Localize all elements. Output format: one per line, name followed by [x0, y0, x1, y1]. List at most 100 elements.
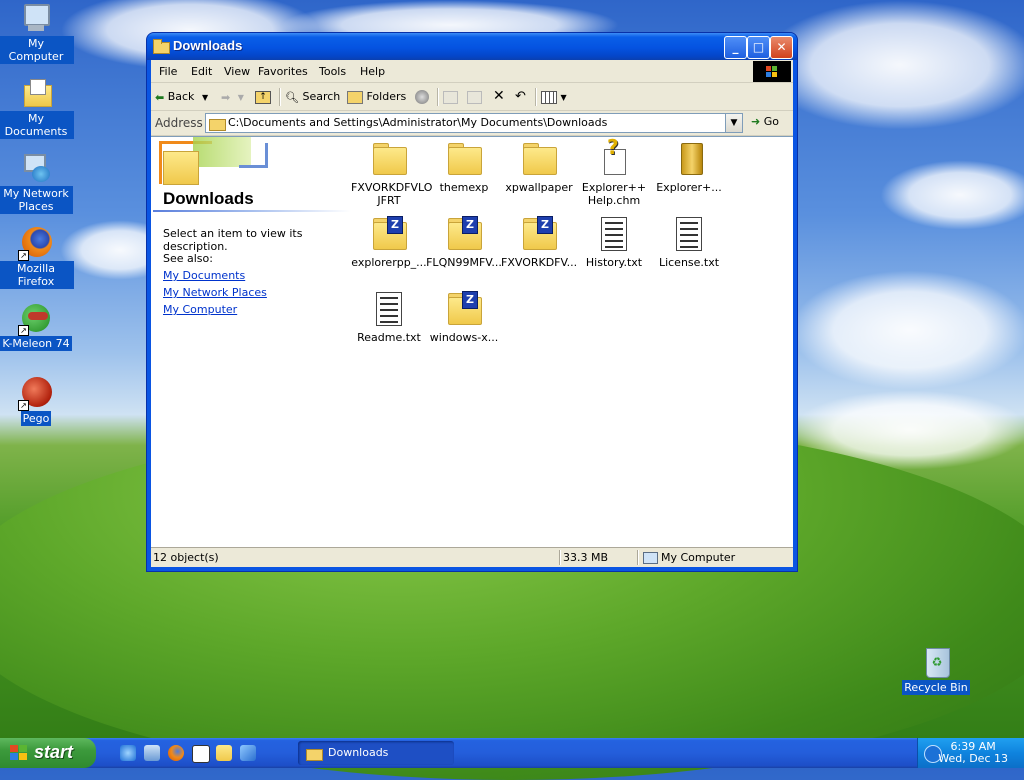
desktop-icon-pego[interactable]: ↗ Pego — [0, 377, 74, 426]
folder-icon — [521, 141, 557, 177]
file-item-folder[interactable]: themexp — [426, 141, 502, 194]
show-desktop-icon[interactable] — [144, 745, 160, 761]
up-folder-button[interactable]: ↑ — [255, 87, 271, 106]
copy-to-button[interactable] — [467, 87, 482, 106]
dropdown-arrow-icon: ▼ — [560, 92, 567, 102]
go-button[interactable]: ➜ Go — [751, 115, 779, 128]
move-to-button[interactable] — [443, 87, 458, 106]
sync-button[interactable] — [415, 87, 429, 106]
taskbar: start Downloads 6:39 AM Wed, Dec 13 — [0, 738, 1024, 768]
messenger-quicklaunch-icon[interactable] — [240, 745, 256, 761]
desktop-icon-mozilla-firefox[interactable]: ↗ Mozilla Firefox — [0, 227, 74, 289]
delete-button[interactable]: ✕ — [493, 87, 505, 106]
views-button[interactable]: ▼ — [541, 87, 567, 106]
explorer-window: Downloads _ □ ✕ File Edit View Favorites… — [147, 33, 797, 571]
zip-folder-icon: Z — [446, 216, 482, 252]
close-button[interactable]: ✕ — [770, 36, 793, 59]
menu-view[interactable]: View — [224, 65, 250, 78]
file-name: themexp — [439, 181, 489, 194]
forward-button[interactable]: ➡ ▼ — [221, 87, 244, 106]
standard-toolbar: ⬅ Back ▼ ➡ ▼ ↑ 🔍︎ Search Folders ✕ ↶ ▼ — [151, 83, 793, 111]
internet-explorer-icon[interactable] — [120, 745, 136, 761]
start-button[interactable]: start — [0, 738, 96, 768]
clock[interactable]: 6:39 AM Wed, Dec 13 — [938, 741, 1008, 765]
status-divider — [559, 550, 561, 565]
menu-help[interactable]: Help — [360, 65, 385, 78]
zip-folder-icon: Z — [371, 216, 407, 252]
zip-folder-icon: Z — [521, 216, 557, 252]
search-button[interactable]: 🔍︎ Search — [285, 87, 340, 106]
recycle-bin-icon: ♻ — [920, 646, 952, 678]
desktop-icon-label: Pego — [20, 411, 52, 426]
network-places-icon — [20, 152, 52, 184]
file-item-help[interactable]: ? Explorer++ Help.chm — [576, 137, 652, 207]
file-item-folder[interactable]: FXVORKDFVLO JFRT — [351, 141, 432, 207]
file-name: FLQN99MFV... — [426, 256, 502, 269]
zip-folder-icon: Z — [446, 291, 482, 327]
move-to-icon — [443, 90, 458, 104]
file-name: FXVORKDFVLO JFRT — [351, 181, 433, 207]
file-item-folder[interactable]: xpwallpaper — [501, 141, 577, 194]
back-label: Back — [167, 90, 195, 103]
computer-icon — [20, 2, 52, 34]
firefox-quicklaunch-icon[interactable] — [168, 745, 184, 761]
file-name: FXVORKDFV... — [501, 256, 578, 269]
folder-icon — [163, 151, 199, 185]
link-my-network-places[interactable]: My Network Places — [163, 286, 267, 299]
status-object-count: 12 object(s) — [153, 551, 219, 564]
menu-bar: File Edit View Favorites Tools Help — [151, 60, 793, 83]
webview-pane: Downloads Select an item to view its des… — [151, 137, 351, 547]
menu-favorites[interactable]: Favorites — [258, 65, 308, 78]
file-item-zip[interactable]: Z FXVORKDFV... — [501, 216, 577, 269]
taskbar-item-downloads[interactable]: Downloads — [298, 741, 454, 765]
desktop-icon-recycle-bin[interactable]: ♻ Recycle Bin — [898, 646, 974, 695]
file-item-text[interactable]: History.txt — [576, 216, 652, 269]
back-button[interactable]: ⬅ Back ▼ — [155, 87, 208, 106]
folder-icon — [371, 141, 407, 177]
file-item-text[interactable]: Readme.txt — [351, 291, 427, 344]
file-name: explorerpp_... — [351, 256, 427, 269]
search-quicklaunch-icon[interactable] — [216, 745, 232, 761]
documents-folder-icon — [20, 77, 52, 109]
maximize-button[interactable]: □ — [747, 36, 770, 59]
window-titlebar[interactable]: Downloads _ □ ✕ — [147, 33, 797, 60]
minimize-button[interactable]: _ — [724, 36, 747, 59]
windows-logo-icon — [753, 61, 791, 82]
file-item-zip[interactable]: Z explorerpp_... — [351, 216, 427, 269]
file-item-zip[interactable]: Z FLQN99MFV... — [426, 216, 502, 269]
file-item-app[interactable]: Explorer+... — [651, 141, 727, 194]
undo-button[interactable]: ↶ — [515, 87, 526, 106]
address-input[interactable]: C:\Documents and Settings\Administrator\… — [205, 113, 743, 133]
folders-button[interactable]: Folders — [347, 87, 406, 106]
notepad-quicklaunch-icon[interactable] — [192, 745, 210, 763]
menu-tools[interactable]: Tools — [319, 65, 346, 78]
desktop-icon-k-meleon[interactable]: ↗ K-Meleon 74 — [0, 302, 74, 351]
search-label: Search — [302, 90, 341, 103]
menu-file[interactable]: File — [159, 65, 177, 78]
address-label: Address — [155, 116, 203, 130]
search-icon: 🔍︎ — [285, 90, 299, 104]
desktop-icon-label: K-Meleon 74 — [0, 336, 72, 351]
desktop-icon-my-network-places[interactable]: My Network Places — [0, 152, 74, 214]
text-file-icon — [596, 216, 632, 252]
pego-icon: ↗ — [18, 377, 52, 411]
back-arrow-icon: ⬅ — [155, 90, 165, 104]
address-dropdown-button[interactable]: ▼ — [725, 114, 742, 132]
file-item-zip[interactable]: Z windows-x... — [426, 291, 502, 344]
link-my-computer[interactable]: My Computer — [163, 303, 237, 316]
dropdown-arrow-icon: ▼ — [237, 92, 244, 102]
dropdown-arrow-icon[interactable]: ▼ — [202, 88, 208, 107]
file-item-text[interactable]: License.txt — [651, 216, 727, 269]
menu-edit[interactable]: Edit — [191, 65, 212, 78]
window-body: File Edit View Favorites Tools Help ⬅ Ba… — [151, 60, 793, 567]
desktop-icon-my-computer[interactable]: My Computer — [0, 2, 74, 64]
link-my-documents[interactable]: My Documents — [163, 269, 245, 282]
file-name: xpwallpaper — [505, 181, 573, 194]
desktop-icon-my-documents[interactable]: My Documents — [0, 77, 74, 139]
chevron-down-icon: ▼ — [730, 118, 738, 128]
status-bar: 12 object(s) 33.3 MB My Computer — [151, 547, 793, 567]
file-name: License.txt — [658, 256, 720, 269]
address-path: C:\Documents and Settings\Administrator\… — [228, 116, 608, 129]
go-arrow-icon: ➜ — [751, 115, 761, 128]
forward-arrow-icon: ➡ — [221, 90, 231, 104]
